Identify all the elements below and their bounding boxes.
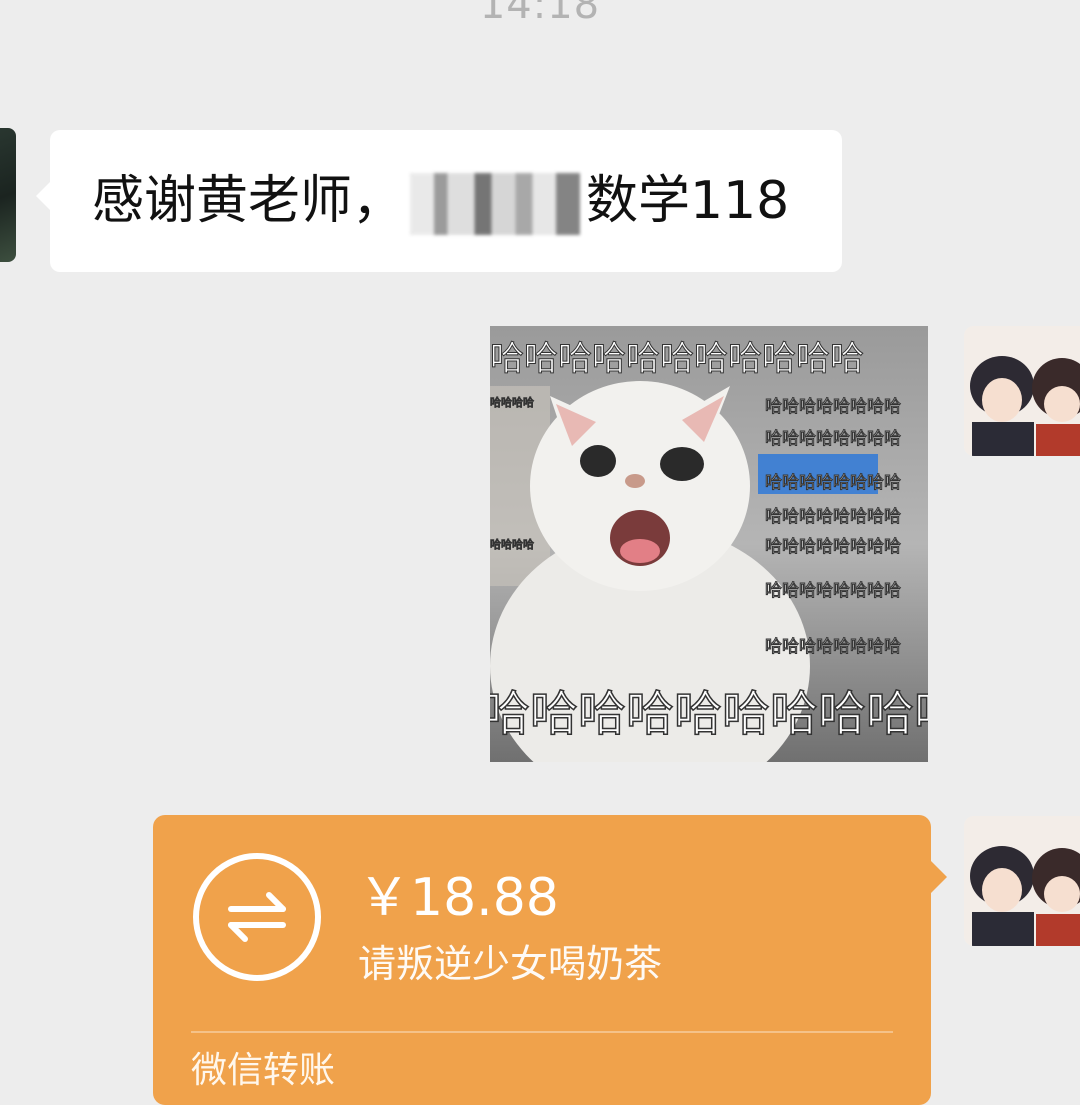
- cat-sticker-image[interactable]: 哈哈哈哈哈哈哈哈哈哈哈 哈哈哈哈哈哈哈哈 哈哈哈哈哈哈哈哈 哈哈哈哈哈哈哈哈 哈…: [490, 326, 928, 762]
- transfer-amount: ￥18.88: [358, 868, 559, 928]
- my-avatar[interactable]: [964, 816, 1080, 946]
- sticker-caption: 哈哈哈哈哈哈哈哈哈哈哈哈: [490, 686, 928, 742]
- svg-text:哈哈哈哈哈哈哈哈: 哈哈哈哈哈哈哈哈: [765, 507, 901, 527]
- svg-text:哈哈哈哈哈哈哈哈: 哈哈哈哈哈哈哈哈: [765, 581, 901, 601]
- transfer-type-label: 微信转账: [191, 1050, 336, 1091]
- transfer-note: 请叛逆少女喝奶茶: [358, 942, 663, 986]
- svg-text:哈哈哈哈哈哈哈哈: 哈哈哈哈哈哈哈哈: [765, 429, 901, 449]
- redacted-text: [410, 173, 581, 235]
- message-timestamp: 14:18: [479, 0, 601, 28]
- svg-text:哈哈哈哈哈哈哈哈: 哈哈哈哈哈哈哈哈: [765, 397, 901, 417]
- cat-sticker-illustration: 哈哈哈哈哈哈哈哈哈哈哈 哈哈哈哈哈哈哈哈 哈哈哈哈哈哈哈哈 哈哈哈哈哈哈哈哈 哈…: [490, 326, 928, 762]
- contact-avatar[interactable]: [0, 128, 16, 262]
- svg-text:哈哈哈哈哈哈哈哈哈哈哈: 哈哈哈哈哈哈哈哈哈哈哈: [490, 339, 864, 379]
- message-text-start: 感谢黄老师，: [92, 171, 405, 231]
- svg-text:哈哈哈哈哈哈哈哈: 哈哈哈哈哈哈哈哈: [765, 637, 901, 657]
- transfer-divider: [191, 1031, 893, 1033]
- incoming-message-bubble[interactable]: 感谢黄老师， 数学118: [36, 130, 842, 272]
- svg-text:哈哈哈哈哈哈哈哈: 哈哈哈哈哈哈哈哈: [765, 473, 901, 493]
- svg-text:哈哈哈哈: 哈哈哈哈: [490, 396, 534, 409]
- incoming-message-text: 感谢黄老师， 数学118: [92, 166, 842, 236]
- message-text-end: 数学118: [586, 171, 790, 231]
- transfer-arrows-icon: [193, 853, 321, 981]
- svg-text:哈哈哈哈哈哈哈哈: 哈哈哈哈哈哈哈哈: [765, 537, 901, 557]
- my-avatar[interactable]: [964, 326, 1080, 456]
- wechat-transfer-card[interactable]: ￥18.88 请叛逆少女喝奶茶 微信转账: [153, 815, 947, 1105]
- svg-text:哈哈哈哈: 哈哈哈哈: [490, 538, 534, 551]
